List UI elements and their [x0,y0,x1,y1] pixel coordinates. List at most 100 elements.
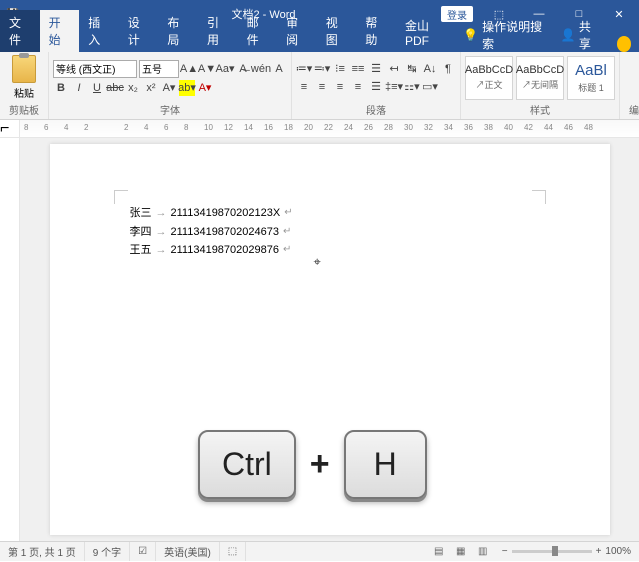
tab-file[interactable]: 文件 [0,10,40,52]
distribute-icon[interactable]: ☰ [368,79,384,95]
ribbon-tabs: 文件 开始 插入 设计 布局 引用 邮件 审阅 视图 帮助 金山PDF 💡 操作… [0,28,639,52]
align-left-icon[interactable]: ≡ [296,79,312,95]
document-body[interactable]: 张三 → 21113419870202123X ↵ 李四 → 211134198… [130,204,530,260]
keycap-h: H [344,430,427,499]
font-name-select[interactable]: 等线 (西文正) [53,60,137,78]
view-buttons: ▤ ▦ ▥ [428,542,494,562]
borders-icon[interactable]: ▭▾ [422,79,438,95]
tab-arrow-icon: → [156,241,167,260]
margin-mark-tl [114,190,128,204]
subscript-button[interactable]: x₂ [125,80,141,96]
ribbon: 粘贴 剪贴板 等线 (西文正) 五号 A▲ A▼ Aa▾ A̶ wén A B … [0,52,639,120]
group-label-styles: 样式 [465,101,615,117]
doc-line[interactable]: 王五 → 211134198702029876 ↵ [130,241,530,260]
horizontal-ruler[interactable]: 8642246810121416182022242628303234363840… [20,120,639,137]
clear-format-icon[interactable]: A̶ [235,61,251,77]
style-no-spacing[interactable]: AaBbCcD ↗无间隔 [516,56,564,100]
zoom-control: − + 100% [494,546,639,557]
tab-wps-pdf[interactable]: 金山PDF [396,13,457,52]
align-justify-icon[interactable]: ≡ [350,79,366,95]
italic-button[interactable]: I [71,80,87,96]
pilcrow-icon[interactable]: ¶ [440,61,456,77]
group-label-clipboard: 剪贴板 [4,101,44,117]
phonetic-guide-icon[interactable]: wén [253,61,269,77]
group-font: 等线 (西文正) 五号 A▲ A▼ Aa▾ A̶ wén A B I U abc… [49,52,292,119]
align-right-icon[interactable]: ≡ [332,79,348,95]
tab-mailings[interactable]: 邮件 [238,10,278,52]
zoom-in-button[interactable]: + [596,546,602,557]
tab-home[interactable]: 开始 [40,10,80,52]
zoom-out-button[interactable]: − [502,546,508,557]
increase-indent-icon[interactable]: ☰ [368,61,384,77]
keycap-ctrl: Ctrl [198,430,296,499]
decrease-font-icon[interactable]: A▼ [199,61,215,77]
status-words[interactable]: 9 个字 [85,542,130,561]
group-editing: 编辑 [620,52,639,119]
tab-view[interactable]: 视图 [317,10,357,52]
clipboard-icon [12,55,36,83]
margin-mark-tr [532,190,546,204]
tab-arrow-icon: → [156,204,167,223]
tab-review[interactable]: 审阅 [277,10,317,52]
plus-sign: + [310,445,330,484]
view-print-icon[interactable]: ▦ [450,542,472,562]
share-button[interactable]: 👤共享 [551,18,609,52]
text-effects-icon[interactable]: A▾ [161,80,177,96]
sort-icon[interactable]: A↓ [422,61,438,77]
tab-references[interactable]: 引用 [198,10,238,52]
style-heading-1[interactable]: AaBl 标题 1 [567,56,615,100]
return-icon: ↵ [283,223,291,242]
zoom-level[interactable]: 100% [605,546,631,557]
shading-icon[interactable]: ⚏▾ [404,79,420,95]
group-clipboard: 粘贴 剪贴板 [0,52,49,119]
font-color-icon[interactable]: A▾ [197,80,213,96]
tell-me-search[interactable]: 💡 操作说明搜索 [457,18,551,52]
bold-button[interactable]: B [53,80,69,96]
tab-insert[interactable]: 插入 [79,10,119,52]
numbering-icon[interactable]: ≕▾ [314,61,330,77]
font-size-select[interactable]: 五号 [139,60,179,78]
superscript-button[interactable]: x² [143,80,159,96]
tab-arrow-icon: → [156,223,167,242]
paste-button[interactable]: 粘贴 [4,55,44,100]
style-normal[interactable]: AaBbCcD ↗正文 [465,56,513,100]
group-label-paragraph: 段落 [296,101,456,117]
ruler-bar: ⌐ 86422468101214161820222426283032343638… [0,120,639,138]
doc-name: 李四 [130,223,152,242]
doc-line[interactable]: 张三 → 21113419870202123X ↵ [130,204,530,223]
group-label-editing: 编辑 [624,101,639,117]
align-center-icon[interactable]: ≡ [314,79,330,95]
group-label-font: 字体 [53,101,287,117]
view-read-icon[interactable]: ▤ [428,542,450,562]
tab-help[interactable]: 帮助 [356,10,396,52]
tell-me-label: 操作说明搜索 [482,18,545,52]
view-web-icon[interactable]: ▥ [472,542,494,562]
feedback-icon[interactable] [617,36,631,52]
tab-layout[interactable]: 布局 [158,10,198,52]
zoom-slider[interactable] [512,550,592,553]
underline-button[interactable]: U [89,80,105,96]
char-border-icon[interactable]: A [271,61,287,77]
ltr-icon[interactable]: ↤ [386,61,402,77]
vertical-ruler[interactable] [0,138,20,541]
tab-design[interactable]: 设计 [119,10,159,52]
increase-font-icon[interactable]: A▲ [181,61,197,77]
doc-name: 王五 [130,241,152,260]
multilevel-icon[interactable]: ⁝≡ [332,61,348,77]
status-proof-icon[interactable]: ☑ [130,542,156,561]
status-record-icon[interactable]: ⬚ [220,542,246,561]
line-spacing-icon[interactable]: ‡≡▾ [386,79,402,95]
group-paragraph: ≔▾ ≕▾ ⁝≡ ≡≡ ☰ ↤ ↹ A↓ ¶ ≡ ≡ ≡ ≡ ☰ ‡≡▾ ⚏▾ … [292,52,461,119]
return-icon: ↵ [284,204,292,223]
status-bar: 第 1 页, 共 1 页 9 个字 ☑ 英语(美国) ⬚ ▤ ▦ ▥ − + 1… [0,541,639,561]
rtl-icon[interactable]: ↹ [404,61,420,77]
status-page[interactable]: 第 1 页, 共 1 页 [0,542,85,561]
doc-id: 21113419870202123X [171,204,281,223]
doc-line[interactable]: 李四 → 211134198702024673 ↵ [130,223,530,242]
highlight-icon[interactable]: ab▾ [179,80,195,96]
change-case-icon[interactable]: Aa▾ [217,61,233,77]
bullets-icon[interactable]: ≔▾ [296,61,312,77]
strike-button[interactable]: abc [107,80,123,96]
decrease-indent-icon[interactable]: ≡≡ [350,61,366,77]
status-language[interactable]: 英语(美国) [156,542,220,561]
